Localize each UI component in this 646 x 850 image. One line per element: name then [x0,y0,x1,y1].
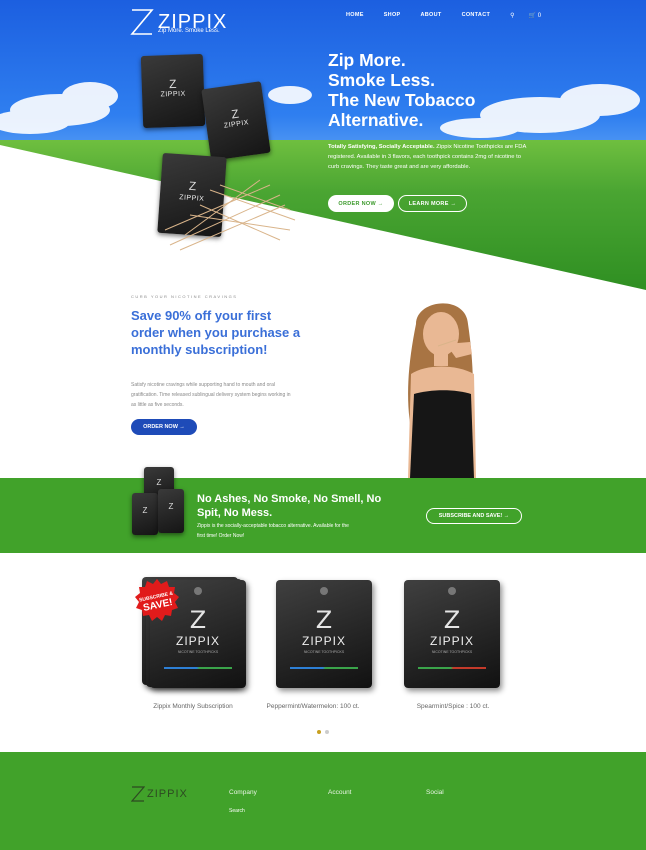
carousel-dot[interactable] [325,730,329,734]
product-card-spearmint[interactable]: Z ZIPPIX NICOTINE TOOTHPICKS [394,575,514,695]
product-name[interactable]: Zippix Monthly Subscription [123,703,263,710]
nav-home[interactable]: HOME [346,12,364,19]
promo-eyebrow: CURB YOUR NICOTINE CRAVINGS [131,294,238,299]
nav-shop[interactable]: SHOP [384,12,401,19]
header-logo[interactable]: ZIPPIX Zip More. Smoke Less. [130,6,227,38]
cart-count: 0 [537,13,542,19]
product-image: Z ZIPPIX NICOTINE TOOTHPICKS [276,580,372,688]
hero-section: ZIPPIX Zip More. Smoke Less. HOME SHOP A… [0,0,646,290]
product-name[interactable]: Peppermint/Watermelon: 100 ct. [243,703,383,710]
cart-icon[interactable]: 🛒 0 [529,12,541,19]
search-icon[interactable]: ⚲ [510,12,514,19]
hero-description: Totally Satisfying, Socially Acceptable.… [328,144,527,170]
hero-title: Zip More. Smoke Less. The New Tobacco Al… [328,50,476,130]
carousel-dots [317,730,329,734]
promo-order-now-button[interactable]: ORDER NOW → [131,419,197,435]
footer-heading-account: Account [328,789,352,796]
zippix-logo-icon [131,786,145,802]
main-nav: HOME SHOP ABOUT CONTACT ⚲ 🛒 0 [346,12,555,19]
brand-tagline: Zip More. Smoke Less. [158,28,220,34]
subscribe-save-badge: SUBSCRIBE & SAVE! [135,579,179,621]
carousel-dot[interactable] [317,730,321,734]
woman-photo [408,303,476,478]
promo-title: Save 90% off your first order when you p… [131,308,301,357]
promo-description: Satisfy nicotine cravings while supporti… [131,382,291,408]
product-image: Z ZIPPIX NICOTINE TOOTHPICKS [404,580,500,688]
subscribe-and-save-button[interactable]: SUBSCRIBE AND SAVE! → [426,508,522,524]
footer-heading-social: Social [426,789,444,796]
product-name[interactable]: Spearmint/Spice : 100 ct. [383,703,523,710]
product-card-peppermint[interactable]: Z ZIPPIX NICOTINE TOOTHPICKS [266,575,386,695]
hero-learn-more-button[interactable]: LEARN MORE → [398,195,467,212]
nav-contact[interactable]: CONTACT [462,12,491,19]
footer-link-search[interactable]: Search [229,808,245,814]
footer-heading-company: Company [229,789,257,796]
toothpicks-graphic [164,179,296,251]
nav-about[interactable]: ABOUT [421,12,442,19]
pack-image: Z [158,489,184,533]
band-title: No Ashes, No Smoke, No Smell, No Spit, N… [197,493,382,519]
band-description: Zippix is the socially-acceptable tobacc… [197,523,349,539]
band-product-packs: Z Z Z [132,467,187,537]
hero-product-packs: Z ZIPPIX Z ZIPPIX Z ZIPPIX [140,53,300,255]
pack-image: Z [132,493,158,535]
footer-brand: ZIPPIX [147,788,188,800]
zippix-logo-icon [130,9,154,35]
footer-logo[interactable]: ZIPPIX [131,785,188,803]
hero-order-now-button[interactable]: ORDER NOW → [328,195,394,212]
white-diagonal [0,145,646,290]
footer [0,752,646,850]
